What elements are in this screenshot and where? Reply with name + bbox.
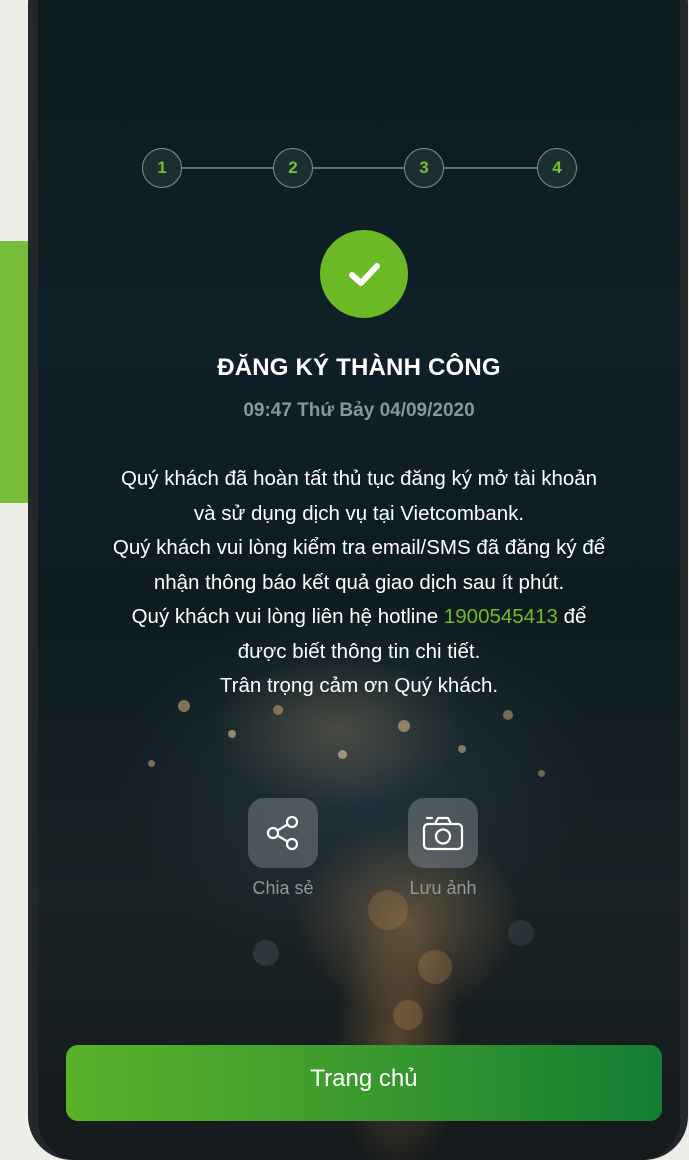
screen: 1 2 3 4 ĐĂNG KÝ THÀNH CÔNG 09:47 Thứ Bảy…: [38, 0, 680, 1160]
message-line: Trân trọng cảm ơn Quý khách.: [219, 674, 499, 697]
message-line: Quý khách vui lòng kiểm tra email/SMS đã…: [112, 536, 606, 594]
step-3: 3: [404, 148, 444, 188]
message-line: Quý khách đã hoàn tất thủ tục đăng ký mở…: [120, 467, 598, 525]
bokeh-light: [338, 750, 347, 759]
left-accent-bar: [0, 241, 28, 503]
bokeh-light: [273, 705, 283, 715]
share-button[interactable]: [248, 798, 318, 868]
share-icon: [266, 815, 299, 851]
progress-stepper: 1 2 3 4: [38, 148, 680, 188]
stepper-connector: [444, 167, 537, 169]
success-title: ĐĂNG KÝ THÀNH CÔNG: [217, 354, 501, 381]
step-number: 1: [157, 158, 167, 177]
save-image-label: Lưu ảnh: [409, 878, 477, 898]
hotline-prefix: Quý khách vui lòng liên hệ hotline: [131, 605, 439, 628]
step-4: 4: [537, 148, 577, 188]
step-number: 2: [288, 158, 298, 177]
save-image-action[interactable]: Lưu ảnh: [388, 798, 498, 899]
stepper-connector: [313, 167, 404, 169]
share-label: Chia sẻ: [252, 878, 314, 898]
bokeh-light: [393, 1000, 423, 1030]
transaction-timestamp: 09:47 Thứ Bảy 04/09/2020: [243, 400, 475, 421]
step-2: 2: [273, 148, 313, 188]
bokeh-light: [458, 745, 466, 753]
step-number: 3: [419, 158, 429, 177]
success-badge: [320, 230, 408, 318]
hotline-link[interactable]: 1900545413: [444, 605, 558, 628]
step-number: 4: [552, 158, 562, 177]
success-message: Quý khách đã hoàn tất thủ tục đăng ký mở…: [108, 462, 610, 704]
step-1: 1: [142, 148, 182, 188]
bokeh-light: [228, 730, 236, 738]
bokeh-light: [503, 710, 513, 720]
bokeh-light: [508, 920, 534, 946]
message-line-hotline: Quý khách vui lòng liên hệ hotline 19005…: [108, 600, 610, 669]
share-action[interactable]: Chia sẻ: [228, 798, 338, 899]
bokeh-light: [148, 760, 155, 767]
camera-icon: [422, 816, 464, 851]
phone-frame: 1 2 3 4 ĐĂNG KÝ THÀNH CÔNG 09:47 Thứ Bảy…: [28, 0, 688, 1160]
stepper-connector: [182, 167, 273, 169]
bokeh-light: [398, 720, 410, 732]
bokeh-light: [418, 950, 452, 984]
bokeh-light: [538, 770, 545, 777]
save-image-button[interactable]: [408, 798, 478, 868]
bokeh-light: [253, 940, 279, 966]
home-button[interactable]: Trang chủ: [66, 1045, 662, 1121]
check-icon: [349, 263, 380, 286]
